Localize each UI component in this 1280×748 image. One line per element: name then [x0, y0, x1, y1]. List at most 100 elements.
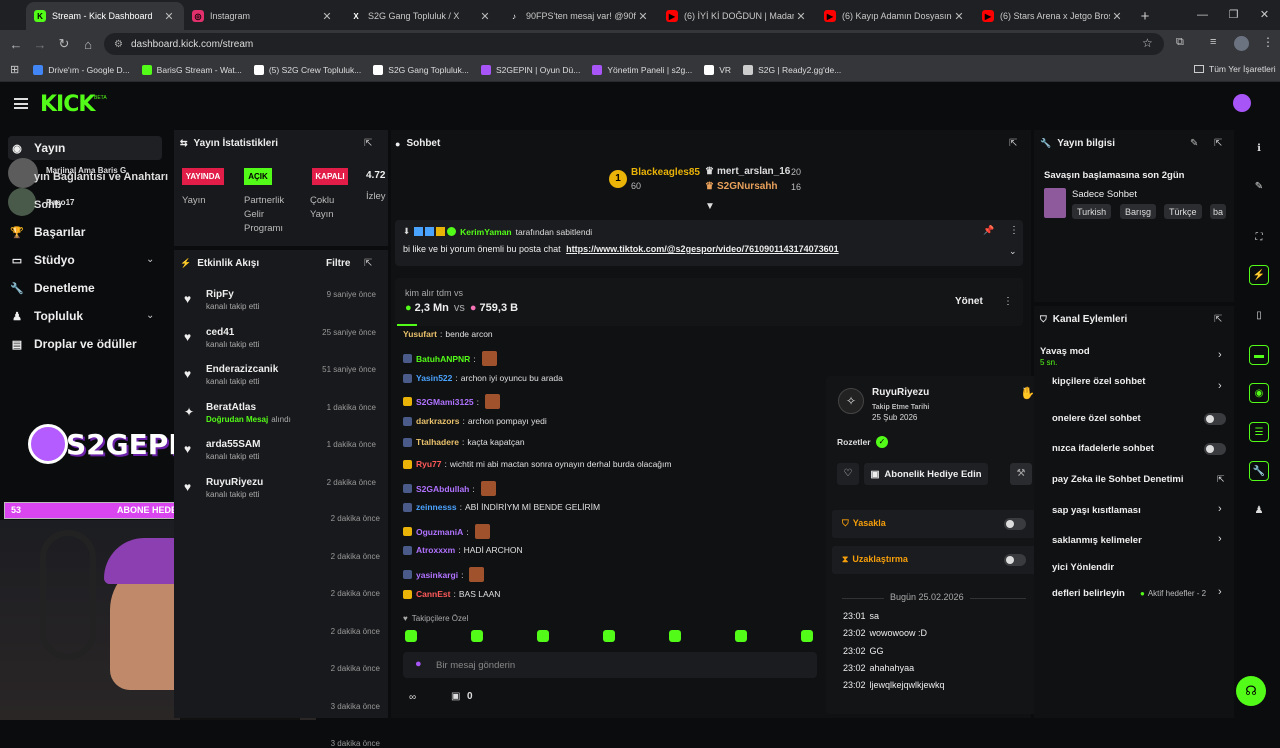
popout-icon[interactable]: ⇱ — [1214, 314, 1222, 325]
pinned-link[interactable]: https://www.tiktok.com/@s2gespor/video/7… — [566, 244, 839, 254]
document-icon[interactable]: ▯ — [1249, 305, 1269, 325]
chevron-right-icon[interactable]: › — [1218, 586, 1222, 598]
account-age-label[interactable]: sap yaşı kısıtlaması — [1052, 505, 1141, 516]
pinned-by-user[interactable]: KerimYaman — [460, 227, 512, 237]
chevron-right-icon[interactable]: › — [1218, 349, 1222, 361]
bookmark-item[interactable]: Yönetim Paneli | s2g... — [592, 64, 692, 75]
support-headset-icon[interactable]: ☊ — [1236, 676, 1266, 706]
tag[interactable]: Türkçe — [1164, 204, 1202, 219]
url-field[interactable]: ⚙ dashboard.kick.com/stream — [104, 33, 1164, 55]
emote-icon[interactable] — [735, 630, 747, 642]
emote-only-toggle[interactable] — [1204, 443, 1226, 455]
activity-item[interactable]: ♥ RuyuRiyezu kanalı takip etti 2 dakika önc… — [174, 474, 384, 512]
browser-tab[interactable]: K Stream - Kick Dashboard ✕ — [26, 2, 184, 30]
popout-icon[interactable]: ⇱ — [1214, 138, 1222, 149]
nav-item-moderation[interactable]: 🔧 Denetleme — [10, 281, 95, 295]
menu-icon[interactable]: ⋮ — [1262, 35, 1274, 49]
broadcast-icon[interactable]: ◉ — [1249, 383, 1269, 403]
bolt-icon[interactable]: ⚡ — [1249, 265, 1269, 285]
ban-row[interactable]: ⛉ Yasakla — [832, 510, 1036, 538]
new-tab-button[interactable]: + — [1132, 2, 1158, 30]
apps-icon[interactable]: ⊞ — [10, 63, 19, 76]
chevron-right-icon[interactable]: › — [1218, 380, 1222, 392]
close-tab-icon[interactable]: ✕ — [636, 10, 650, 23]
chat-username[interactable]: Yusufart — [403, 329, 437, 339]
activity-item[interactable]: ♥ ced41 kanalı takip etti 25 saniye önce — [174, 324, 384, 362]
close-tab-icon[interactable]: ✕ — [478, 10, 492, 23]
bits-icon[interactable]: ∞ — [409, 692, 416, 703]
maximize-icon[interactable]: ❐ — [1218, 0, 1249, 30]
manage-prediction-button[interactable]: Yönet — [955, 296, 983, 307]
ban-toggle[interactable] — [1004, 518, 1026, 530]
bookmark-item[interactable]: S2GEPIN | Oyun Dü... — [480, 64, 580, 75]
close-tab-icon[interactable]: ✕ — [162, 10, 176, 23]
chat-username[interactable]: Ttalhadere — [416, 437, 459, 447]
nav-item-community[interactable]: ♟ Topluluk — [10, 309, 83, 323]
minimize-icon[interactable]: — — [1187, 0, 1218, 30]
bookmark-item[interactable]: S2G Gang Topluluk... — [373, 64, 469, 75]
external-link-icon[interactable]: ⇱ — [1217, 474, 1225, 485]
chat-username[interactable]: OguzmaniA — [416, 527, 463, 537]
blocked-words-label[interactable]: saklanmış kelimeler — [1052, 535, 1142, 546]
timeout-row[interactable]: ⧗ Uzaklaştırma — [832, 546, 1036, 574]
browser-tab[interactable]: ▶ (6) Stars Arena x Jetgo Bros Esp✕ — [974, 2, 1132, 30]
chat-username[interactable]: yasinkargi — [416, 570, 458, 580]
forward-icon[interactable]: → — [28, 37, 52, 52]
extensions-icon[interactable]: ⧉ — [1176, 36, 1184, 49]
timeout-toggle[interactable] — [1004, 554, 1026, 566]
chevron-down-icon[interactable]: ⌄ — [146, 310, 154, 321]
raid-label[interactable]: yici Yönlendir — [1052, 562, 1114, 573]
emote-icon[interactable] — [405, 630, 417, 642]
close-tab-icon[interactable]: ✕ — [320, 10, 334, 23]
all-bookmarks[interactable]: Tüm Yer İşaretleri — [1194, 64, 1276, 74]
user-card-name[interactable]: RuyuRiyezu — [872, 387, 929, 398]
reload-icon[interactable]: ↻ — [52, 36, 76, 52]
community-icon[interactable]: ♟ — [1249, 500, 1269, 520]
browser-tab[interactable]: X S2G Gang Topluluk / X ✕ — [342, 2, 500, 30]
chat-username[interactable]: Atroxxxm — [416, 545, 455, 555]
more-options-icon[interactable]: ⋮ — [1009, 225, 1019, 236]
nav-item-chat[interactable]: Sohb — [34, 199, 62, 211]
nav-item-drops[interactable]: ▤ Droplar ve ödüller — [10, 337, 137, 351]
mic-icon[interactable]: ● — [415, 658, 422, 670]
expand-leaderboard-icon[interactable]: ▼ — [705, 201, 715, 212]
nav-item-achievements[interactable]: 🏆 Başarılar — [10, 225, 85, 239]
chat-username[interactable]: CannEst — [416, 589, 450, 599]
chat-username[interactable]: zeinnesss — [416, 502, 457, 512]
kick-logo[interactable]: KICK — [40, 92, 95, 117]
emote-icon[interactable] — [471, 630, 483, 642]
more-options-icon[interactable]: ⋮ — [1003, 296, 1013, 307]
expand-icon[interactable]: ⛶ — [1249, 227, 1269, 247]
popout-icon[interactable]: ⇱ — [364, 138, 372, 149]
category-name[interactable]: Sadece Sohbet — [1072, 189, 1137, 200]
mod-action-button[interactable]: ⚒ — [1010, 463, 1032, 485]
chat-icon[interactable]: ▬ — [1249, 345, 1269, 365]
edit-icon[interactable]: ✎ — [1249, 176, 1269, 196]
ai-moderation-label[interactable]: pay Zeka ile Sohbet Denetimi — [1052, 474, 1183, 485]
chat-username[interactable]: Yasin522 — [416, 373, 452, 383]
chevron-down-icon[interactable]: ⌄ — [1009, 246, 1017, 257]
close-tab-icon[interactable]: ✕ — [1110, 10, 1124, 23]
heart-button[interactable]: ♡ — [837, 463, 859, 485]
followers-only-chat-label[interactable]: kipçilere özel sohbet — [1052, 376, 1145, 387]
info-icon[interactable]: ℹ — [1249, 138, 1269, 158]
close-tab-icon[interactable]: ✕ — [794, 10, 808, 23]
chat-username[interactable]: BatuhANPNR — [416, 354, 470, 364]
browser-tab[interactable]: ▶ (6) Kayıp Adamın Dosyasında C✕ — [816, 2, 974, 30]
back-icon[interactable]: ← — [4, 37, 28, 52]
subscribers-only-toggle[interactable] — [1204, 413, 1226, 425]
emote-icon[interactable] — [537, 630, 549, 642]
top-gifter-3[interactable]: ♛ S2GNursahh — [705, 181, 778, 192]
chevron-down-icon[interactable]: ⌄ — [146, 254, 154, 265]
bookmark-item[interactable]: (5) S2G Crew Topluluk... — [253, 64, 361, 75]
activity-item[interactable]: ♥ RipFy kanalı takip etti 9 saniye önce — [174, 286, 384, 324]
tag[interactable]: Turkish — [1072, 204, 1112, 219]
tag[interactable]: ba — [1210, 204, 1227, 219]
profile-avatar[interactable] — [1234, 36, 1249, 51]
gift-icon[interactable]: ▣ — [451, 691, 460, 702]
nav-item-studio[interactable]: ▭ Stüdyo — [10, 253, 75, 267]
browser-tab[interactable]: ▶ (6) İYİ Kİ DOĞDUN | Madara Ol✕ — [658, 2, 816, 30]
chat-input[interactable]: ● Bir mesaj gönderin — [403, 652, 817, 678]
bookmark-item[interactable]: BarisG Stream - Wat... — [141, 64, 242, 75]
slow-mode-label[interactable]: Yavaş mod — [1040, 346, 1090, 357]
